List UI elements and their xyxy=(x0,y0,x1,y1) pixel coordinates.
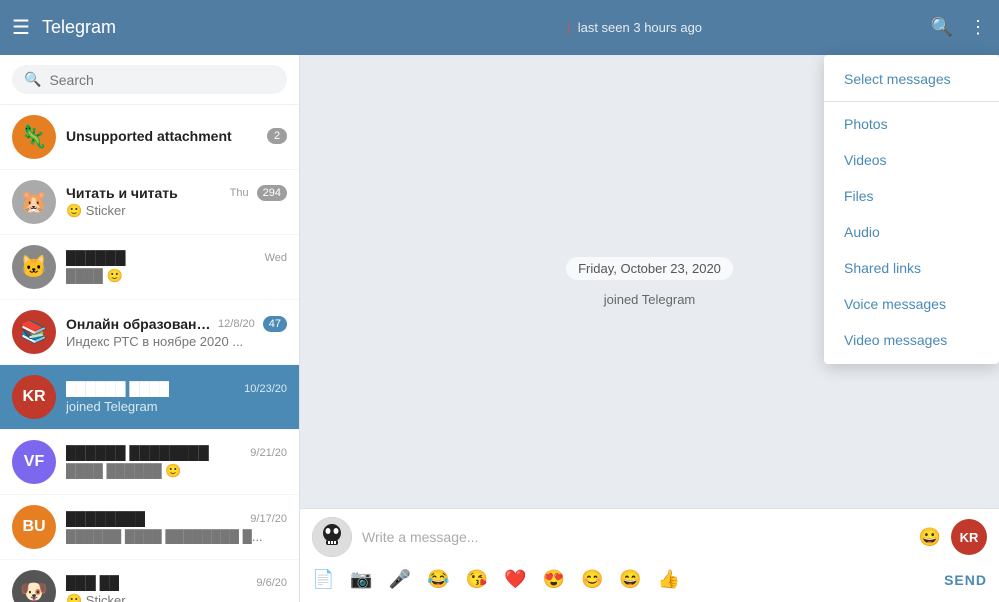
search-icon: 🔍 xyxy=(24,71,41,88)
emoji-smile[interactable]: 😊 xyxy=(581,569,603,590)
dropdown-divider xyxy=(824,101,999,102)
unread-badge: 47 xyxy=(263,316,287,332)
date-separator: Friday, October 23, 2020 xyxy=(566,257,733,280)
chat-preview: 🙂 Sticker xyxy=(66,593,287,602)
chat-preview: ██████ ████ ████████ █... xyxy=(66,529,287,544)
chat-name: Unsupported attachment xyxy=(66,128,232,144)
chat-content: Онлайн образование - ... 12/8/20 47 Инде… xyxy=(66,316,287,349)
chat-time: 9/17/20 xyxy=(250,513,287,525)
system-message: joined Telegram xyxy=(604,292,696,307)
dropdown-item[interactable]: Photos xyxy=(824,106,999,142)
chat-time: 12/8/20 xyxy=(218,318,255,330)
avatar: 🐹 xyxy=(12,180,56,224)
chat-name: ██████ ████████ xyxy=(66,445,209,461)
camera-icon[interactable]: 📷 xyxy=(350,569,372,590)
chat-content: ████████ 9/17/20 ██████ ████ ████████ █.… xyxy=(66,511,287,544)
emoji-laughing[interactable]: 😂 xyxy=(427,569,449,590)
chat-list-item[interactable]: 🐶 ███ ██ 9/6/20 🙂 Sticker xyxy=(0,560,299,602)
unread-badge: 2 xyxy=(267,128,287,144)
chat-list: 🦎 Unsupported attachment 2 🐹 Читать и чи… xyxy=(0,105,299,602)
chat-content: ██████ ████████ 9/21/20 ████ ██████ 🙂 xyxy=(66,445,287,479)
avatar: 🐶 xyxy=(12,570,56,602)
header-actions: 🔍 ⋮ xyxy=(931,17,987,38)
microphone-icon[interactable]: 🎤 xyxy=(389,569,411,590)
chat-time: 9/21/20 xyxy=(250,447,287,459)
chat-name: Читать и читать xyxy=(66,185,178,201)
avatar: 🦎 xyxy=(12,115,56,159)
dropdown-item[interactable]: Select messages xyxy=(824,61,999,97)
emoji-heart[interactable]: ❤️ xyxy=(504,569,526,590)
dropdown-item[interactable]: Video messages xyxy=(824,322,999,358)
emoji-grin[interactable]: 😄 xyxy=(619,569,641,590)
emoji-heart-eyes[interactable]: 😍 xyxy=(543,569,565,590)
chat-name: ██████ ████ xyxy=(66,381,169,397)
chat-content: Unsupported attachment 2 xyxy=(66,128,287,146)
chat-content: Читать и читать Thu 294 🙂 Sticker xyxy=(66,185,287,219)
message-input-row: 😀 KR xyxy=(312,517,987,557)
avatar: VF xyxy=(12,440,56,484)
search-input-wrapper[interactable]: 🔍 xyxy=(12,65,287,94)
emoji-thumbsup[interactable]: 👍 xyxy=(658,569,680,590)
chat-content: ██████ Wed ████ 🙂 xyxy=(66,250,287,284)
message-input[interactable] xyxy=(362,529,909,545)
chat-time: Wed xyxy=(265,252,287,264)
search-bar: 🔍 xyxy=(0,55,299,105)
dropdown-item[interactable]: Files xyxy=(824,178,999,214)
toolbar-row: 📄 📷 🎤 😂 😘 ❤️ 😍 😊 😄 👍 SEND xyxy=(312,565,987,594)
chat-content: ███ ██ 9/6/20 🙂 Sticker xyxy=(66,575,287,602)
chat-list-item[interactable]: KR ██████ ████ 10/23/20 joined Telegram xyxy=(0,365,299,430)
chat-name: ██████ xyxy=(66,250,126,266)
chat-preview: ████ 🙂 xyxy=(66,268,287,284)
chat-partner-avatar xyxy=(312,517,352,557)
menu-icon[interactable]: ☰ xyxy=(12,15,30,40)
user-status: | last seen 3 hours ago xyxy=(338,20,930,35)
dropdown-item[interactable]: Videos xyxy=(824,142,999,178)
message-input-area: 😀 KR 📄 📷 🎤 😂 😘 ❤️ 😍 😊 😄 👍 SEND xyxy=(300,508,999,602)
chat-preview: 🙂 Sticker xyxy=(66,203,287,219)
search-icon[interactable]: 🔍 xyxy=(931,17,953,38)
send-button[interactable]: SEND xyxy=(944,572,987,588)
chat-list-item[interactable]: 📚 Онлайн образование - ... 12/8/20 47 Ин… xyxy=(0,300,299,365)
unread-badge: 294 xyxy=(257,185,287,201)
chat-list-item[interactable]: BU ████████ 9/17/20 ██████ ████ ████████… xyxy=(0,495,299,560)
more-options-icon[interactable]: ⋮ xyxy=(969,17,987,38)
chat-name: ████████ xyxy=(66,511,145,527)
chat-name: ███ ██ xyxy=(66,575,119,591)
chat-time: 10/23/20 xyxy=(244,383,287,395)
avatar: BU xyxy=(12,505,56,549)
avatar: 📚 xyxy=(12,310,56,354)
chat-preview: ████ ██████ 🙂 xyxy=(66,463,287,479)
chat-preview: Индекс РТС в ноябре 2020 ... xyxy=(66,334,287,349)
chat-preview: joined Telegram xyxy=(66,399,287,414)
chat-list-item[interactable]: 🦎 Unsupported attachment 2 xyxy=(0,105,299,170)
dropdown-item[interactable]: Voice messages xyxy=(824,286,999,322)
app-header: ☰ Telegram | last seen 3 hours ago 🔍 ⋮ xyxy=(0,0,999,55)
dropdown-item[interactable]: Audio xyxy=(824,214,999,250)
main-layout: 🔍 🦎 Unsupported attachment 2 🐹 Читать и … xyxy=(0,0,999,602)
status-dot: | xyxy=(567,20,570,35)
context-dropdown-menu: Select messages PhotosVideosFilesAudioSha… xyxy=(824,55,999,364)
dropdown-item[interactable]: Shared links xyxy=(824,250,999,286)
search-input[interactable] xyxy=(49,72,275,88)
sidebar: 🔍 🦎 Unsupported attachment 2 🐹 Читать и … xyxy=(0,55,300,602)
chat-content: ██████ ████ 10/23/20 joined Telegram xyxy=(66,381,287,414)
avatar: 🐱 xyxy=(12,245,56,289)
chat-name: Онлайн образование - ... xyxy=(66,316,218,332)
chat-list-item[interactable]: 🐹 Читать и читать Thu 294 🙂 Sticker xyxy=(0,170,299,235)
chat-list-item[interactable]: VF ██████ ████████ 9/21/20 ████ ██████ 🙂 xyxy=(0,430,299,495)
send-user-avatar: KR xyxy=(951,519,987,555)
chat-time: 9/6/20 xyxy=(256,577,287,589)
main-chat: Friday, October 23, 2020 joined Telegram xyxy=(300,55,999,602)
emoji-kiss[interactable]: 😘 xyxy=(466,569,488,590)
emoji-button[interactable]: 😀 xyxy=(919,527,941,548)
app-title: Telegram xyxy=(42,17,338,38)
attach-file-icon[interactable]: 📄 xyxy=(312,569,334,590)
chat-list-item[interactable]: 🐱 ██████ Wed ████ 🙂 xyxy=(0,235,299,300)
avatar: KR xyxy=(12,375,56,419)
chat-time: Thu xyxy=(230,187,249,199)
